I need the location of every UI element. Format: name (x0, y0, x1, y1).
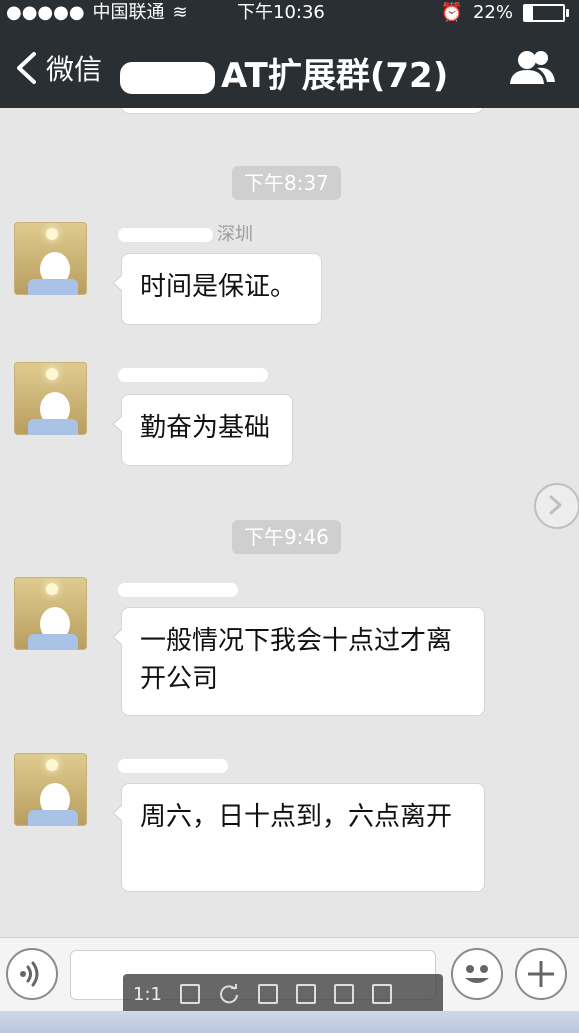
redaction-mark (118, 368, 268, 382)
sender-name (118, 753, 232, 779)
time-divider: 下午9:46 (232, 520, 341, 554)
sender-name (118, 577, 242, 603)
redaction-mark (118, 759, 228, 773)
redaction-mark (118, 228, 213, 242)
chevron-right-icon (549, 495, 562, 515)
chat-area[interactable]: 下午8:37 深圳 时间是保证。 勤奋为基础 下午9:46 一般情况下我会十点过… (0, 108, 579, 937)
message-bubble[interactable]: 周六，日十点到，六点离开 (112, 783, 485, 892)
avatar[interactable] (14, 222, 87, 295)
avatar-shirt (28, 634, 78, 650)
plus-icon (528, 961, 554, 987)
avatar-lamp (46, 228, 58, 240)
avatar-shirt (28, 279, 78, 295)
chat-title-text: AT扩展群(72) (221, 56, 449, 96)
back-button[interactable]: 微信 (14, 48, 102, 88)
smiley-icon (465, 965, 489, 983)
next-image-button[interactable] (534, 483, 579, 529)
avatar-shirt (28, 419, 78, 435)
wifi-icon: ≋ (172, 2, 188, 23)
avatar-lamp (46, 583, 58, 595)
time-divider: 下午8:37 (232, 166, 341, 200)
status-right: ⏰ 22% (440, 0, 569, 26)
status-time: 下午10:36 (237, 2, 325, 23)
print-icon[interactable] (333, 984, 354, 1004)
carrier-label: 中国联通 (92, 2, 165, 23)
sender-name-text: 深圳 (217, 224, 253, 245)
redaction-mark (118, 583, 238, 597)
battery-icon (523, 4, 569, 22)
nav-bar: 微信 AT扩展群(72) (0, 30, 579, 108)
voice-button[interactable] (6, 948, 58, 1000)
signal-icon: ●●●●● (6, 2, 85, 23)
message-bubble[interactable]: 一般情况下我会十点过才离开公司 (112, 607, 485, 716)
avatar-shirt (28, 810, 78, 826)
share-icon[interactable] (371, 984, 392, 1004)
battery-percent: 22% (472, 2, 513, 23)
image-viewer-toolbar: 1:1 (123, 974, 443, 1014)
fit-screen-icon[interactable] (179, 984, 200, 1004)
previous-bubble (120, 108, 484, 114)
sender-name: 深圳 (118, 222, 253, 248)
message-bubble[interactable]: 时间是保证。 (112, 253, 322, 325)
status-left: ●●●●● 中国联通 ≋ (6, 0, 188, 26)
sender-name (118, 362, 272, 388)
bookmark-star-icon[interactable] (295, 984, 316, 1004)
avatar[interactable] (14, 753, 87, 826)
message-bubble[interactable]: 勤奋为基础 (112, 394, 293, 466)
chevron-left-icon (17, 52, 36, 84)
desktop-taskbar-strip (0, 1011, 579, 1033)
group-members-icon[interactable] (507, 46, 557, 88)
actual-size-button[interactable]: 1:1 (133, 984, 162, 1005)
emoji-button[interactable] (451, 948, 503, 1000)
voice-icon (20, 961, 39, 987)
rotate-icon[interactable] (218, 983, 240, 1005)
redaction-mark (120, 61, 215, 94)
avatar[interactable] (14, 362, 87, 435)
top-bar: ●●●●● 中国联通 ≋ 下午10:36 ⏰ 22% 微信 AT扩展群(72) (0, 0, 579, 108)
back-label: 微信 (46, 53, 103, 86)
avatar[interactable] (14, 577, 87, 650)
alarm-icon: ⏰ (440, 2, 463, 23)
avatar-lamp (46, 368, 58, 380)
status-bar: ●●●●● 中国联通 ≋ 下午10:36 ⏰ 22% (0, 0, 579, 26)
avatar-lamp (46, 759, 58, 771)
save-icon[interactable] (257, 984, 278, 1004)
chat-title: AT扩展群(72) (120, 48, 448, 97)
more-button[interactable] (515, 948, 567, 1000)
